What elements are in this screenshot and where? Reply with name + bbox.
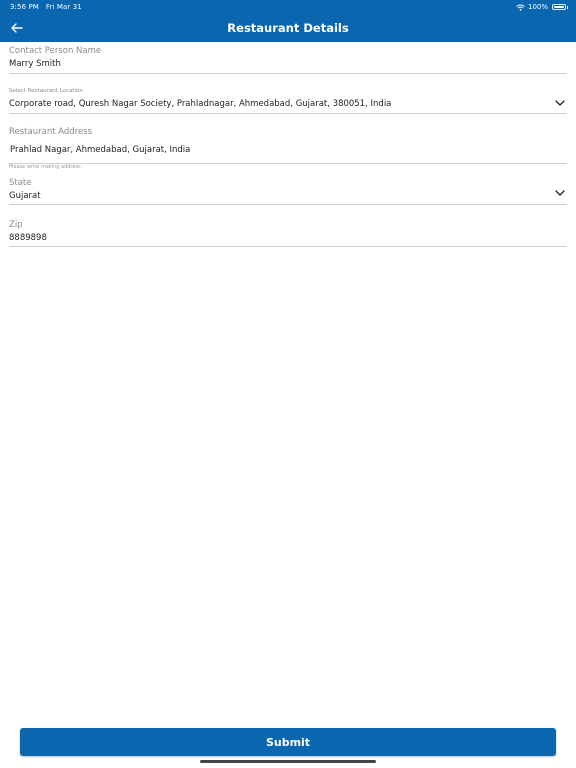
- status-date-text: Fri Mar 31: [45, 3, 82, 11]
- contact-person-input[interactable]: Marry Smith: [9, 59, 61, 69]
- battery-icon: [552, 4, 568, 10]
- restaurant-address-label: Restaurant Address: [9, 127, 93, 137]
- address-helper-text: Please write mailing address: [9, 164, 81, 170]
- header-bar: 3:56 PM Fri Mar 31 100% Restaurant Detai…: [0, 0, 576, 42]
- restaurant-location-value: Corporate road, Quresh Nagar Society, Pr…: [9, 99, 392, 109]
- contact-person-label: Contact Person Name: [9, 46, 102, 56]
- state-select[interactable]: State Gujarat: [9, 177, 567, 205]
- status-indicators: 100%: [516, 3, 568, 11]
- wifi-icon: [516, 3, 525, 11]
- zip-label: Zip: [9, 220, 23, 230]
- status-time: 3:56 PM Fri Mar 31: [10, 3, 82, 11]
- chevron-down-icon[interactable]: [555, 189, 565, 197]
- restaurant-location-select[interactable]: Select Restaurant Location Corporate roa…: [9, 88, 567, 114]
- submit-button[interactable]: Submit: [20, 728, 556, 756]
- state-value: Gujarat: [9, 191, 41, 201]
- status-time-text: 3:56 PM: [10, 3, 39, 11]
- contact-person-field[interactable]: Contact Person Name Marry Smith: [9, 46, 567, 74]
- state-label: State: [9, 178, 32, 188]
- battery-percent: 100%: [527, 3, 548, 11]
- zip-input[interactable]: 8889898: [9, 233, 47, 243]
- home-indicator[interactable]: [200, 760, 376, 763]
- restaurant-address-input[interactable]: Prahlad Nagar, Ahmedabad, Gujarat, India: [10, 145, 190, 155]
- restaurant-address-field[interactable]: Restaurant Address Prahlad Nagar, Ahmeda…: [9, 127, 567, 164]
- chevron-down-icon[interactable]: [555, 99, 565, 107]
- zip-field[interactable]: Zip 8889898: [9, 219, 567, 247]
- restaurant-location-label: Select Restaurant Location: [9, 88, 83, 94]
- page-title: Restaurant Details: [227, 21, 349, 35]
